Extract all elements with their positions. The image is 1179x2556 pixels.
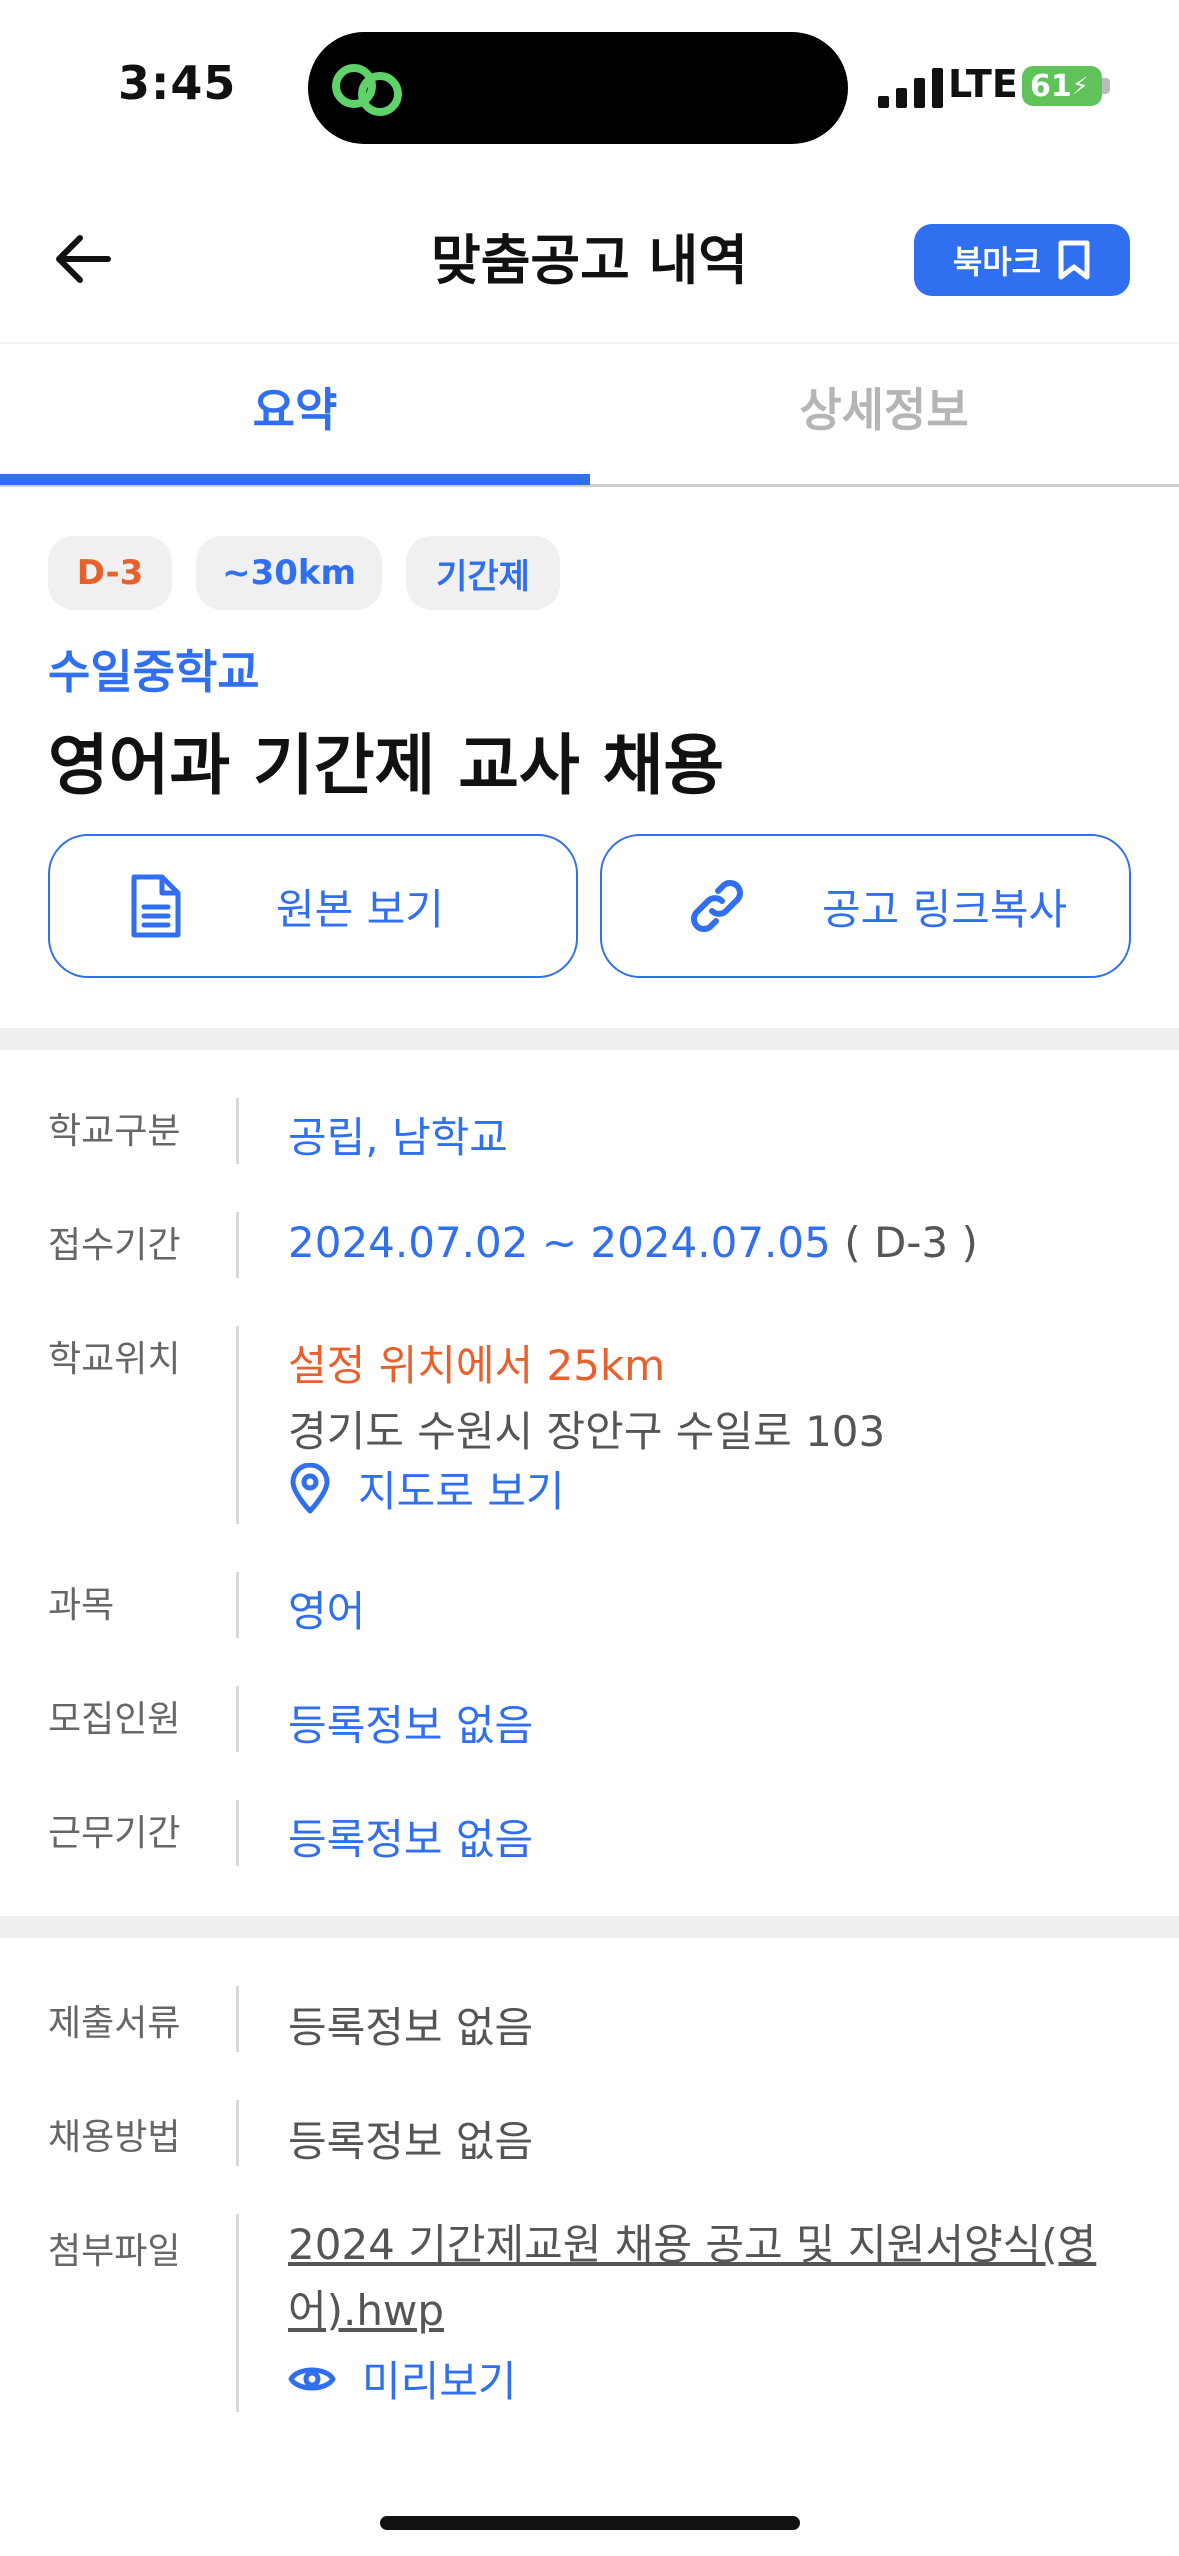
map-link[interactable]: 지도로 보기	[288, 1458, 565, 1519]
tab-active-indicator	[0, 474, 590, 485]
attachment-label: 첨부파일	[48, 2231, 181, 2272]
distance-chip: ~30km	[196, 536, 382, 610]
school-type-label: 학교구분	[48, 1111, 181, 1152]
period-dday: ( D-3 )	[844, 1218, 978, 1267]
row-divider	[236, 1098, 239, 1164]
home-indicator	[380, 2516, 800, 2530]
method-label: 채용방법	[48, 2117, 181, 2158]
subject-label: 과목	[48, 1585, 115, 1626]
header-divider	[0, 342, 1179, 344]
row-divider	[236, 1212, 239, 1278]
headcount-label: 모집인원	[48, 1699, 181, 1740]
period-value: 2024.07.02 ~ 2024.07.05 ( D-3 )	[288, 1218, 978, 1267]
row-divider	[236, 2214, 239, 2412]
location-label: 학교위치	[48, 1339, 181, 1380]
bookmark-icon	[1058, 240, 1090, 280]
documents-label: 제출서류	[48, 2003, 181, 2044]
eye-icon	[288, 2367, 336, 2390]
network-type: LTE	[948, 62, 1018, 106]
bookmark-label: 북마크	[952, 243, 1042, 281]
method-value: 등록정보 없음	[288, 2117, 534, 2166]
location-address: 경기도 수원시 장안구 수일로 103	[288, 1407, 886, 1456]
section-separator	[0, 1916, 1179, 1938]
period-label: 접수기간	[48, 1225, 181, 1266]
period-dates: 2024.07.02 ~ 2024.07.05	[288, 1218, 831, 1267]
bookmark-button[interactable]: 북마크	[914, 224, 1130, 296]
copy-link-button[interactable]: 공고 링크복사	[600, 834, 1131, 978]
link-app-icon	[332, 64, 402, 116]
view-original-button[interactable]: 원본 보기	[48, 834, 578, 978]
section-separator	[0, 1028, 1179, 1050]
job-title: 영어과 기간제 교사 채용	[48, 727, 725, 804]
work-period-value: 등록정보 없음	[288, 1815, 534, 1864]
signal-icon	[878, 68, 943, 108]
school-type-value: 공립, 남학교	[288, 1113, 508, 1162]
status-time: 3:45	[118, 56, 237, 110]
battery-icon: 61 ⚡	[1022, 66, 1102, 106]
copy-link-label: 공고 링크복사	[822, 884, 1068, 934]
row-divider	[236, 1326, 239, 1524]
map-link-label: 지도로 보기	[358, 1467, 565, 1516]
deadline-chip: D-3	[48, 536, 172, 610]
row-divider	[236, 1572, 239, 1638]
row-divider	[236, 1686, 239, 1752]
document-icon	[131, 874, 181, 938]
headcount-value: 등록정보 없음	[288, 1701, 534, 1750]
subject-value: 영어	[288, 1587, 366, 1636]
attachment-file-link[interactable]: 2024 기간제교원 채용 공고 및 지원서양식(영어).hwp	[288, 2212, 1108, 2344]
row-divider	[236, 2100, 239, 2166]
preview-label: 미리보기	[362, 2357, 517, 2406]
view-original-label: 원본 보기	[276, 884, 444, 934]
battery-tip	[1102, 78, 1110, 94]
battery-level: 61	[1030, 68, 1072, 104]
location-distance: 설정 위치에서 25km	[288, 1341, 666, 1390]
tab-summary[interactable]: 요약	[0, 374, 590, 440]
row-divider	[236, 1800, 239, 1866]
row-divider	[236, 1986, 239, 2052]
link-icon	[691, 880, 743, 932]
school-name: 수일중학교	[48, 645, 260, 699]
documents-value: 등록정보 없음	[288, 2003, 534, 2052]
location-pin-icon	[290, 1462, 330, 1513]
preview-link[interactable]: 미리보기	[288, 2348, 517, 2409]
work-period-label: 근무기간	[48, 1813, 181, 1854]
tab-details[interactable]: 상세정보	[589, 374, 1179, 440]
employment-type-chip: 기간제	[406, 536, 560, 610]
